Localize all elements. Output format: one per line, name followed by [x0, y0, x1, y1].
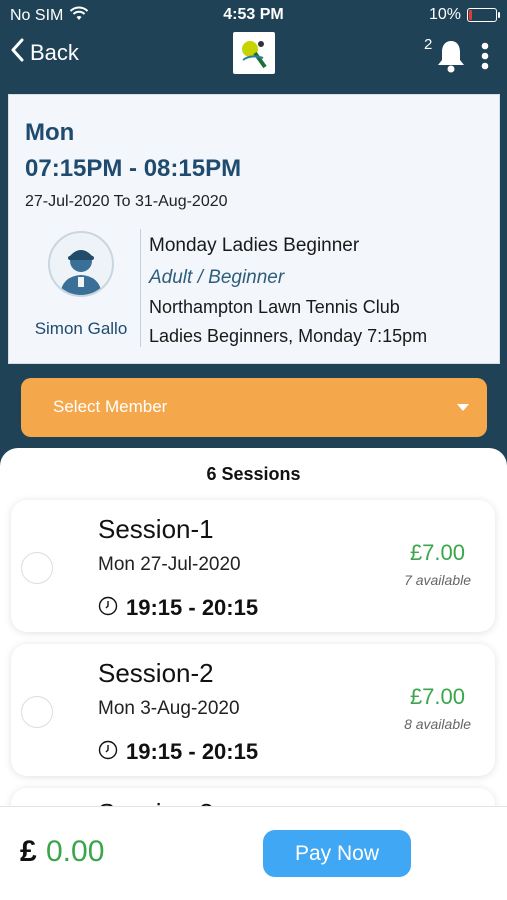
total-amount: 0.00 [46, 835, 105, 868]
battery-icon [467, 8, 500, 22]
class-time-range: 07:15PM - 08:15PM [25, 155, 242, 182]
session-title: Session-2 [98, 658, 214, 688]
back-button[interactable]: Back [10, 38, 79, 68]
select-member-dropdown[interactable]: Select Member [21, 378, 487, 437]
class-group: Ladies Beginners, Monday 7:15pm [149, 326, 428, 346]
divider [140, 229, 141, 347]
coach: Simon Gallo [25, 227, 137, 339]
bell-icon [436, 38, 466, 79]
checkout-bar: £ 0.00 Pay Now [0, 806, 507, 900]
currency-symbol: £ [20, 835, 37, 868]
session-card[interactable]: Session-2 Mon 3-Aug-2020 19:15 - 20:15 £… [11, 644, 495, 776]
session-title: Session-1 [98, 514, 214, 544]
caret-down-icon [457, 404, 469, 411]
pay-now-button[interactable]: Pay Now [263, 830, 411, 877]
session-time-label: 19:15 - 20:15 [126, 595, 259, 620]
coach-avatar [48, 231, 114, 297]
coach-name: Simon Gallo [34, 319, 128, 338]
session-date: Mon 27-Jul-2020 [98, 554, 241, 575]
status-right: 10% [428, 6, 500, 24]
sessions-count-header: 6 Sessions [206, 464, 301, 484]
class-day: Mon [25, 119, 75, 146]
class-venue: Northampton Lawn Tennis Club [149, 297, 400, 317]
chevron-left-icon [10, 38, 24, 68]
session-time: 19:15 - 20:15 [98, 595, 258, 621]
session-price: £7.00 [409, 684, 465, 709]
class-info: Monday Ladies Beginner Adult / Beginner … [149, 235, 427, 347]
session-select-radio[interactable] [21, 552, 53, 584]
clock-icon [98, 740, 118, 765]
clock-icon [98, 596, 118, 621]
nav-bar: Back 2 [0, 30, 507, 86]
session-price: £7.00 [409, 540, 465, 565]
session-card[interactable]: Session-1 Mon 27-Jul-2020 19:15 - 20:15 … [11, 500, 495, 632]
battery-percent: 10% [428, 6, 461, 23]
session-time-label: 19:15 - 20:15 [126, 739, 259, 764]
session-availability: 8 available [404, 716, 471, 732]
session-availability: 7 available [404, 572, 471, 588]
more-vertical-icon [480, 42, 490, 76]
more-options-button[interactable] [480, 42, 490, 77]
back-label: Back [30, 40, 79, 65]
session-date: Mon 3-Aug-2020 [98, 698, 240, 719]
battery-fill [469, 10, 472, 20]
select-member-placeholder: Select Member [53, 397, 168, 416]
session-time: 19:15 - 20:15 [98, 739, 258, 765]
status-bar: No SIM 4:53 PM 10% [0, 0, 507, 30]
class-date-range: 27-Jul-2020 To 31-Aug-2020 [25, 193, 228, 210]
class-name: Monday Ladies Beginner [149, 235, 360, 256]
session-select-radio[interactable] [21, 696, 53, 728]
club-logo [233, 32, 275, 74]
class-level: Adult / Beginner [149, 267, 285, 288]
notification-count: 2 [424, 36, 433, 53]
class-detail-card: Mon 07:15PM - 08:15PM 27-Jul-2020 To 31-… [8, 94, 500, 364]
